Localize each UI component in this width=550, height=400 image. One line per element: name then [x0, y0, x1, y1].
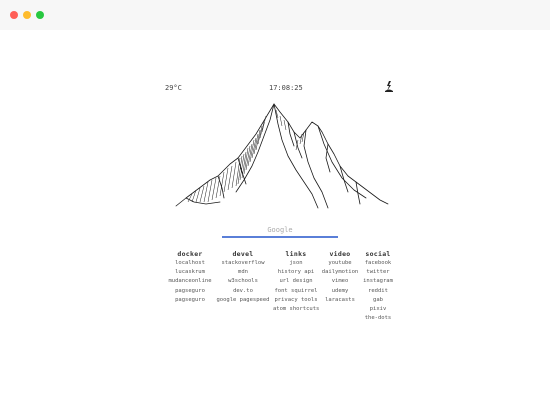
close-window-button[interactable]	[10, 11, 18, 19]
column-devel: devel stackoverflow mdn w3schools dev.to…	[215, 249, 271, 305]
link-item[interactable]: w3schools	[215, 277, 271, 286]
window-titlebar	[0, 0, 550, 30]
mountain-illustration	[175, 103, 389, 209]
temperature: 29°C	[165, 84, 182, 92]
link-item[interactable]: twitter	[361, 268, 395, 277]
link-item[interactable]: instagram	[361, 277, 395, 286]
search-underline	[222, 236, 338, 238]
link-item[interactable]: vimeo	[321, 277, 359, 286]
link-item[interactable]: youtube	[321, 259, 359, 268]
column-docker: docker localhost lucaskrum mudanceonline…	[165, 249, 215, 305]
column-title: docker	[177, 250, 203, 258]
link-item[interactable]: pagseguro	[165, 287, 215, 296]
column-links: links json history api url design font s…	[273, 249, 319, 314]
link-item[interactable]: gab	[361, 296, 395, 305]
link-item[interactable]: reddit	[361, 287, 395, 296]
link-item[interactable]: mudanceonline	[165, 277, 215, 286]
link-item[interactable]: lucaskrum	[165, 268, 215, 277]
maximize-window-button[interactable]	[36, 11, 44, 19]
link-item[interactable]: dailymotion	[321, 268, 359, 277]
minimize-window-button[interactable]	[23, 11, 31, 19]
clock: 17:08:25	[269, 84, 303, 92]
link-item[interactable]: facebook	[361, 259, 395, 268]
link-item[interactable]: json	[273, 259, 319, 268]
link-item[interactable]: laracasts	[321, 296, 359, 305]
search-input[interactable]	[222, 224, 338, 236]
link-item[interactable]: pixiv	[361, 305, 395, 314]
link-item[interactable]: stackoverflow	[215, 259, 271, 268]
link-item[interactable]: history api	[273, 268, 319, 277]
link-item[interactable]: localhost	[165, 259, 215, 268]
column-video: video youtube dailymotion vimeo udemy la…	[321, 249, 359, 305]
start-page-header: 29°C 17:08:25	[165, 81, 393, 95]
column-title: links	[285, 250, 307, 258]
link-item[interactable]: font squirrel	[273, 287, 319, 296]
link-item[interactable]: atom shortcuts	[273, 305, 319, 314]
storm-icon	[385, 81, 393, 92]
search-box	[222, 224, 338, 239]
link-item[interactable]: dev.to	[215, 287, 271, 296]
link-item[interactable]: privacy tools	[273, 296, 319, 305]
link-item[interactable]: the-dots	[361, 314, 395, 323]
link-item[interactable]: udemy	[321, 287, 359, 296]
column-title: devel	[232, 250, 254, 258]
link-item[interactable]: google pagespeed	[215, 296, 271, 305]
link-item[interactable]: pagseguro	[165, 296, 215, 305]
link-item[interactable]: mdn	[215, 268, 271, 277]
column-social: social facebook twitter instagram reddit…	[361, 249, 395, 323]
bookmark-columns: docker localhost lucaskrum mudanceonline…	[165, 249, 395, 329]
column-title: video	[329, 250, 351, 258]
link-item[interactable]: url design	[273, 277, 319, 286]
column-title: social	[365, 250, 391, 258]
browser-window: 29°C 17:08:25 Google docker localhost lu…	[0, 0, 550, 400]
